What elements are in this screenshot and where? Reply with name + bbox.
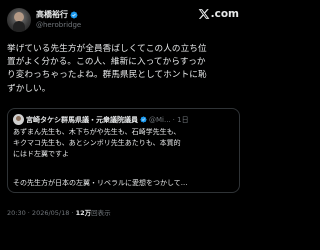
- quoted-tweet[interactable]: 宮崎タケシ群馬県議・元衆議院議員 @Mi... · 1日 あずまん先生も、木下ち…: [7, 108, 240, 193]
- tweet-header: 高橋裕行 @herobridge .com: [7, 6, 239, 36]
- quoted-line: にはド左翼ですよ: [13, 150, 69, 158]
- quoted-verified-badge-icon: [140, 116, 147, 123]
- x-logo-icon: [198, 9, 210, 19]
- tweet-line: 置がよく分かる。この人、維新に入ってからすっか: [7, 57, 206, 68]
- view-label: 回表示: [91, 209, 111, 217]
- author-name[interactable]: 高橋裕行: [36, 9, 68, 20]
- quoted-line: キクマコ先生も、あとシンボリ先生あたりも、本質的: [13, 139, 181, 147]
- tweet-line: ずかしい。: [7, 83, 51, 94]
- quoted-author-handle: @Mi...: [149, 115, 171, 124]
- x-logo: .com: [198, 8, 239, 20]
- author-handle[interactable]: @herobridge: [36, 21, 81, 29]
- author-avatar[interactable]: [7, 8, 31, 32]
- x-logo-text: .com: [210, 8, 239, 20]
- quoted-tweet-continuation: その先生方が日本の左翼・リベラルに愛想をつかして...: [13, 179, 188, 187]
- quoted-timestamp: · 1日: [172, 115, 189, 124]
- quoted-author-avatar: [13, 114, 24, 125]
- quoted-author-name: 宮崎タケシ群馬県議・元衆議院議員: [26, 115, 138, 124]
- tweet-line: り変わっちゃったよね。群馬県民としてホントに恥: [7, 70, 207, 81]
- author-name-row: 高橋裕行: [36, 9, 78, 20]
- tweet-meta: 20:30 · 2026/05/18 · 12万回表示: [7, 207, 111, 217]
- verified-badge-icon: [70, 11, 78, 18]
- quoted-line: あずまん先生も、木下ちがや先生も、石崎学先生も、: [13, 128, 181, 136]
- tweet-body: 挙げている先生方が全員香ばしくてこの人の立ち位 置がよく分かる。この人、維新に入…: [7, 43, 241, 96]
- quoted-tweet-body: あずまん先生も、木下ちがや先生も、石崎学先生も、 キクマコ先生も、あとシンボリ先…: [13, 127, 236, 160]
- quoted-tweet-header: 宮崎タケシ群馬県議・元衆議院議員 @Mi... · 1日: [13, 114, 189, 125]
- tweet-timestamp[interactable]: 20:30 · 2026/05/18 ·: [7, 209, 76, 217]
- view-count: 12万: [75, 209, 92, 217]
- tweet-line: 挙げている先生方が全員香ばしくてこの人の立ち位: [7, 44, 207, 54]
